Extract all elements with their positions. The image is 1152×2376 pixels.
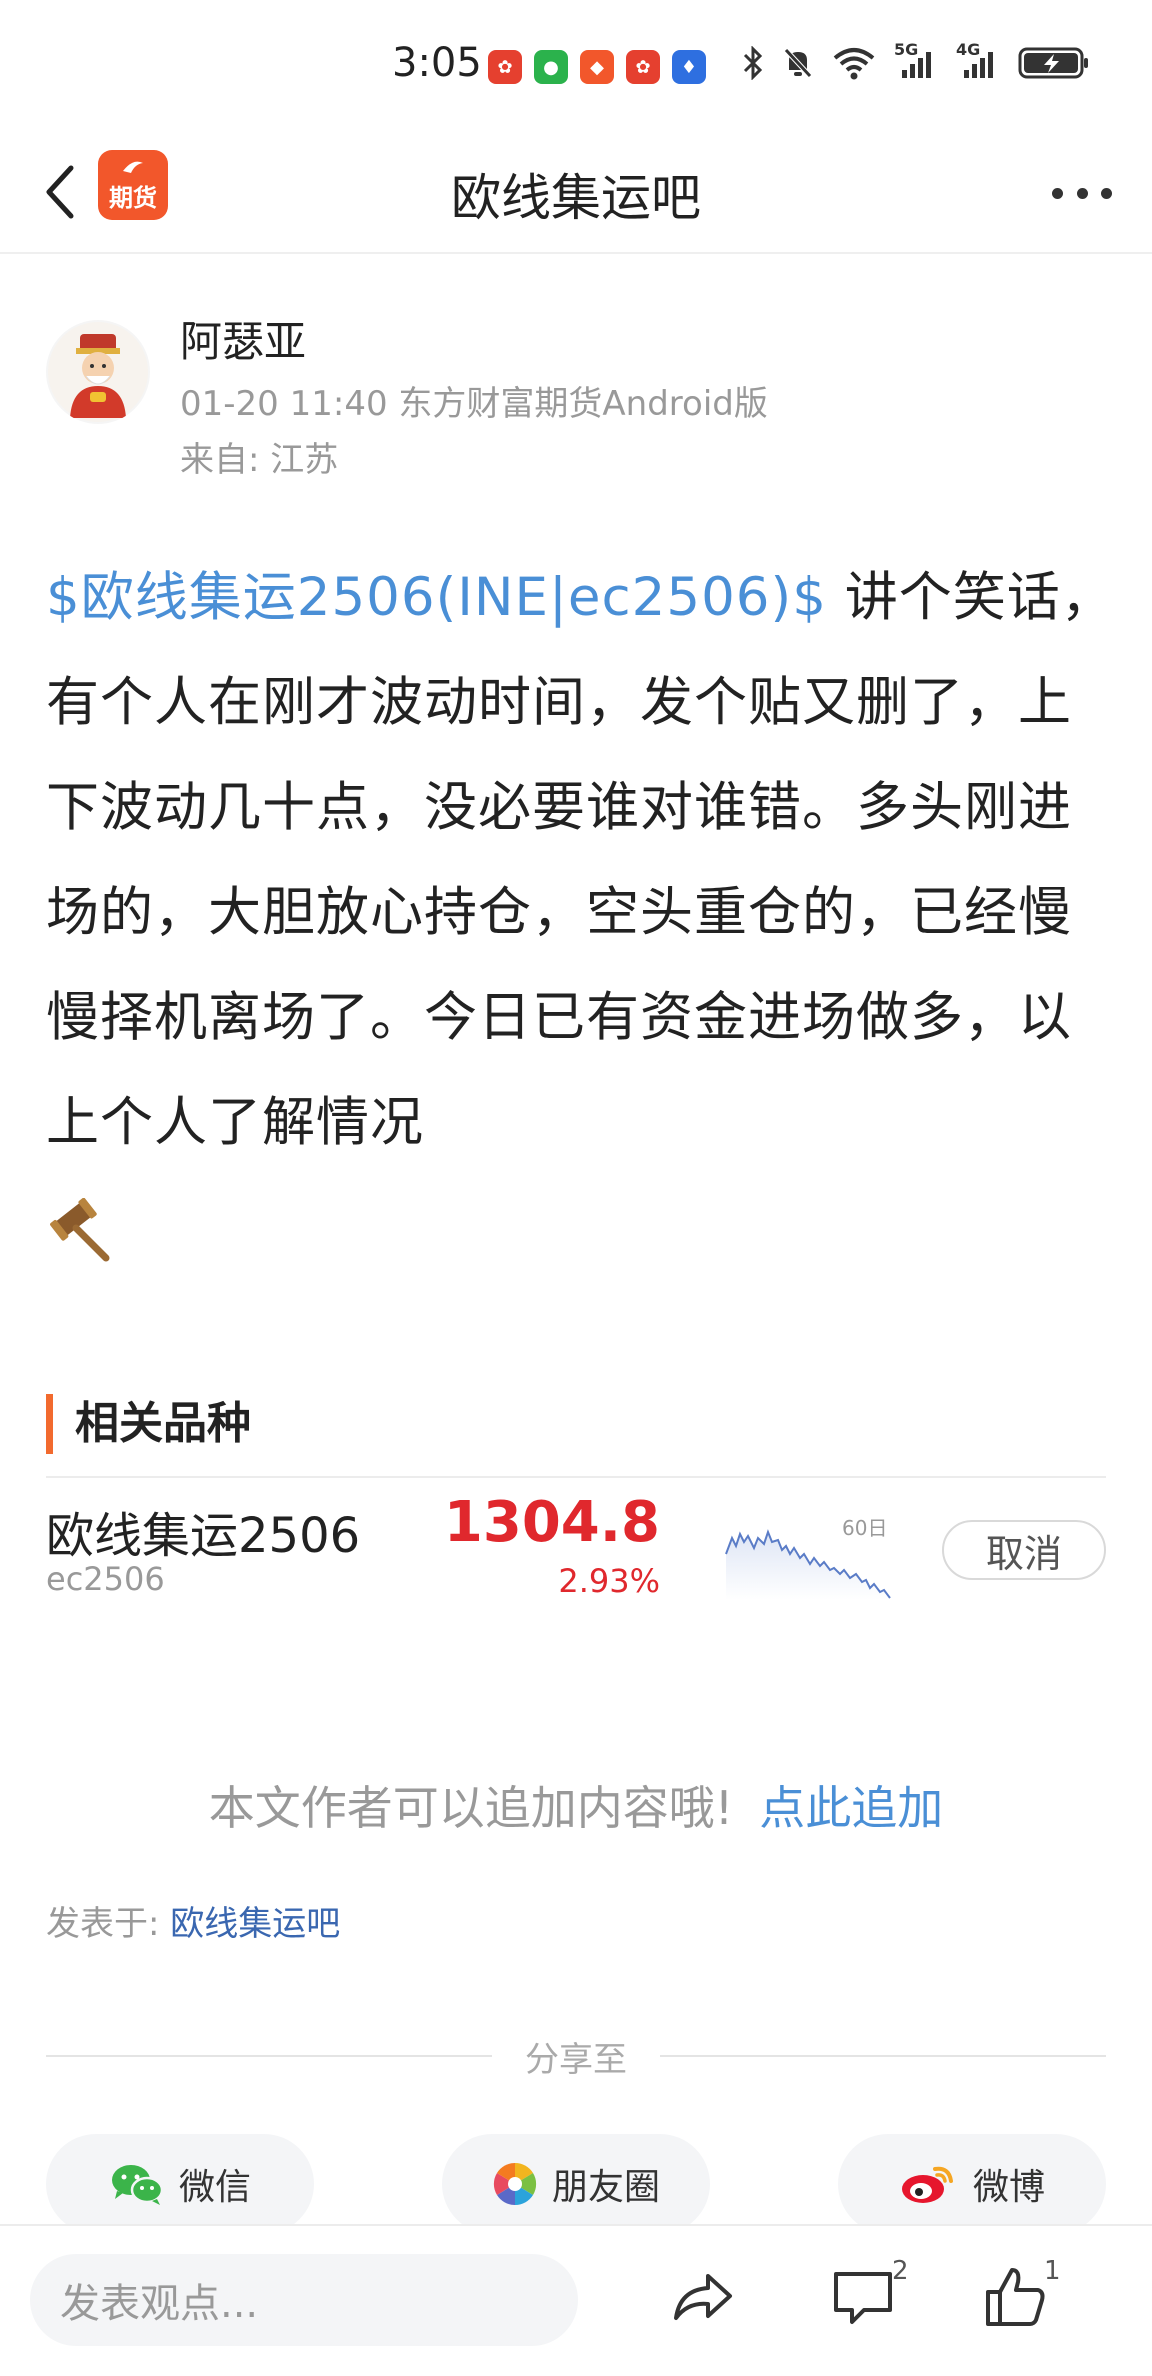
more-options-button[interactable] (1052, 178, 1112, 208)
status-bar: 3:05 ✿ ● ◆ ✿ ♦ 5G 4G (0, 0, 1152, 130)
weibo-icon (901, 2166, 953, 2203)
share-arrow-icon[interactable] (668, 2262, 738, 2332)
author-name[interactable]: 阿瑟亚 (180, 308, 306, 369)
share-weibo-label: 微博 (972, 2167, 1045, 2208)
share-weibo-button[interactable]: 微博 (838, 2134, 1106, 2234)
nav-header: 期货 欧线集运吧 (0, 130, 1152, 254)
app-notification-icon: ✿ (488, 50, 522, 84)
share-moments-button[interactable]: 朋友圈 (442, 2134, 710, 2234)
thumbs-up-icon[interactable] (980, 2262, 1050, 2332)
battery-charging-icon (1018, 46, 1090, 80)
share-wechat-button[interactable]: 微信 (46, 2134, 314, 2234)
author-avatar[interactable] (46, 320, 150, 424)
page-title: 欧线集运吧 (451, 169, 701, 227)
signal-5g-icon: 5G (894, 40, 938, 80)
related-heading: 相关品种 (46, 1394, 251, 1454)
append-text: 本文作者可以追加内容哦! (208, 1781, 734, 1835)
share-moments-label: 朋友圈 (551, 2167, 660, 2208)
share-label: 分享至 (525, 2040, 627, 2080)
posted-in: 发表于: 欧线集运吧 (46, 1896, 340, 1945)
bluetooth-icon (742, 46, 764, 80)
wechat-notification-icon: ● (534, 50, 568, 84)
comment-input[interactable]: 发表观点... (30, 2254, 578, 2346)
append-link[interactable]: 点此追加 (759, 1781, 943, 1835)
status-icons: 5G 4G (742, 40, 1090, 80)
related-item-change: 2.93% (558, 1562, 660, 1600)
append-prompt: 本文作者可以追加内容哦! 点此追加 (0, 1772, 1152, 1838)
share-wechat-label: 微信 (178, 2167, 251, 2208)
like-count: 1 (1044, 2256, 1061, 2286)
post-body: $欧线集运2506(INE|ec2506)$ 讲个笑话，有个人在刚才波动时间，发… (46, 545, 1116, 1175)
bottom-action-bar: 发表观点... 2 1 (0, 2224, 1152, 2376)
more-dot (1076, 187, 1088, 199)
moments-aperture-icon (493, 2162, 537, 2206)
post-meta: 01-20 11:40 东方财富期货Android版 (180, 384, 768, 424)
alert-notification-icon: ◆ (580, 50, 614, 84)
comment-count: 2 (892, 2256, 909, 2286)
stock-link[interactable]: $欧线集运2506(INE|ec2506)$ (46, 567, 827, 628)
related-item-name[interactable]: 欧线集运2506 (46, 1496, 360, 1566)
sparkline-period-label: 60日 (842, 1516, 888, 1540)
comment-icon[interactable] (828, 2262, 898, 2332)
related-item-price: 1304.8 (443, 1490, 660, 1555)
bulb-notification-icon: ♦ (672, 50, 706, 84)
more-dot (1101, 187, 1112, 199)
more-dot (1052, 187, 1063, 199)
unfollow-button[interactable]: 取消 (942, 1520, 1106, 1580)
signal-4g-icon: 4G (956, 40, 1000, 80)
post-location: 来自: 江苏 (180, 440, 339, 480)
mute-bell-icon (782, 46, 814, 80)
wechat-icon (111, 2165, 164, 2205)
wifi-icon (832, 46, 876, 80)
gavel-emoji-icon (46, 1197, 112, 1264)
forum-link[interactable]: 欧线集运吧 (170, 1904, 340, 1944)
app-notification-icon-2: ✿ (626, 50, 660, 84)
related-item-code: ec2506 (46, 1560, 165, 1598)
status-time: 3:05 (392, 40, 482, 86)
fortune-god-avatar-icon (48, 322, 148, 422)
post-text: 讲个笑话，有个人在刚才波动时间，发个贴又删了，上下波动几十点，没必要谁对谁错。多… (46, 567, 1115, 1153)
related-divider (46, 1476, 1106, 1478)
posted-in-label: 发表于: (46, 1904, 171, 1944)
